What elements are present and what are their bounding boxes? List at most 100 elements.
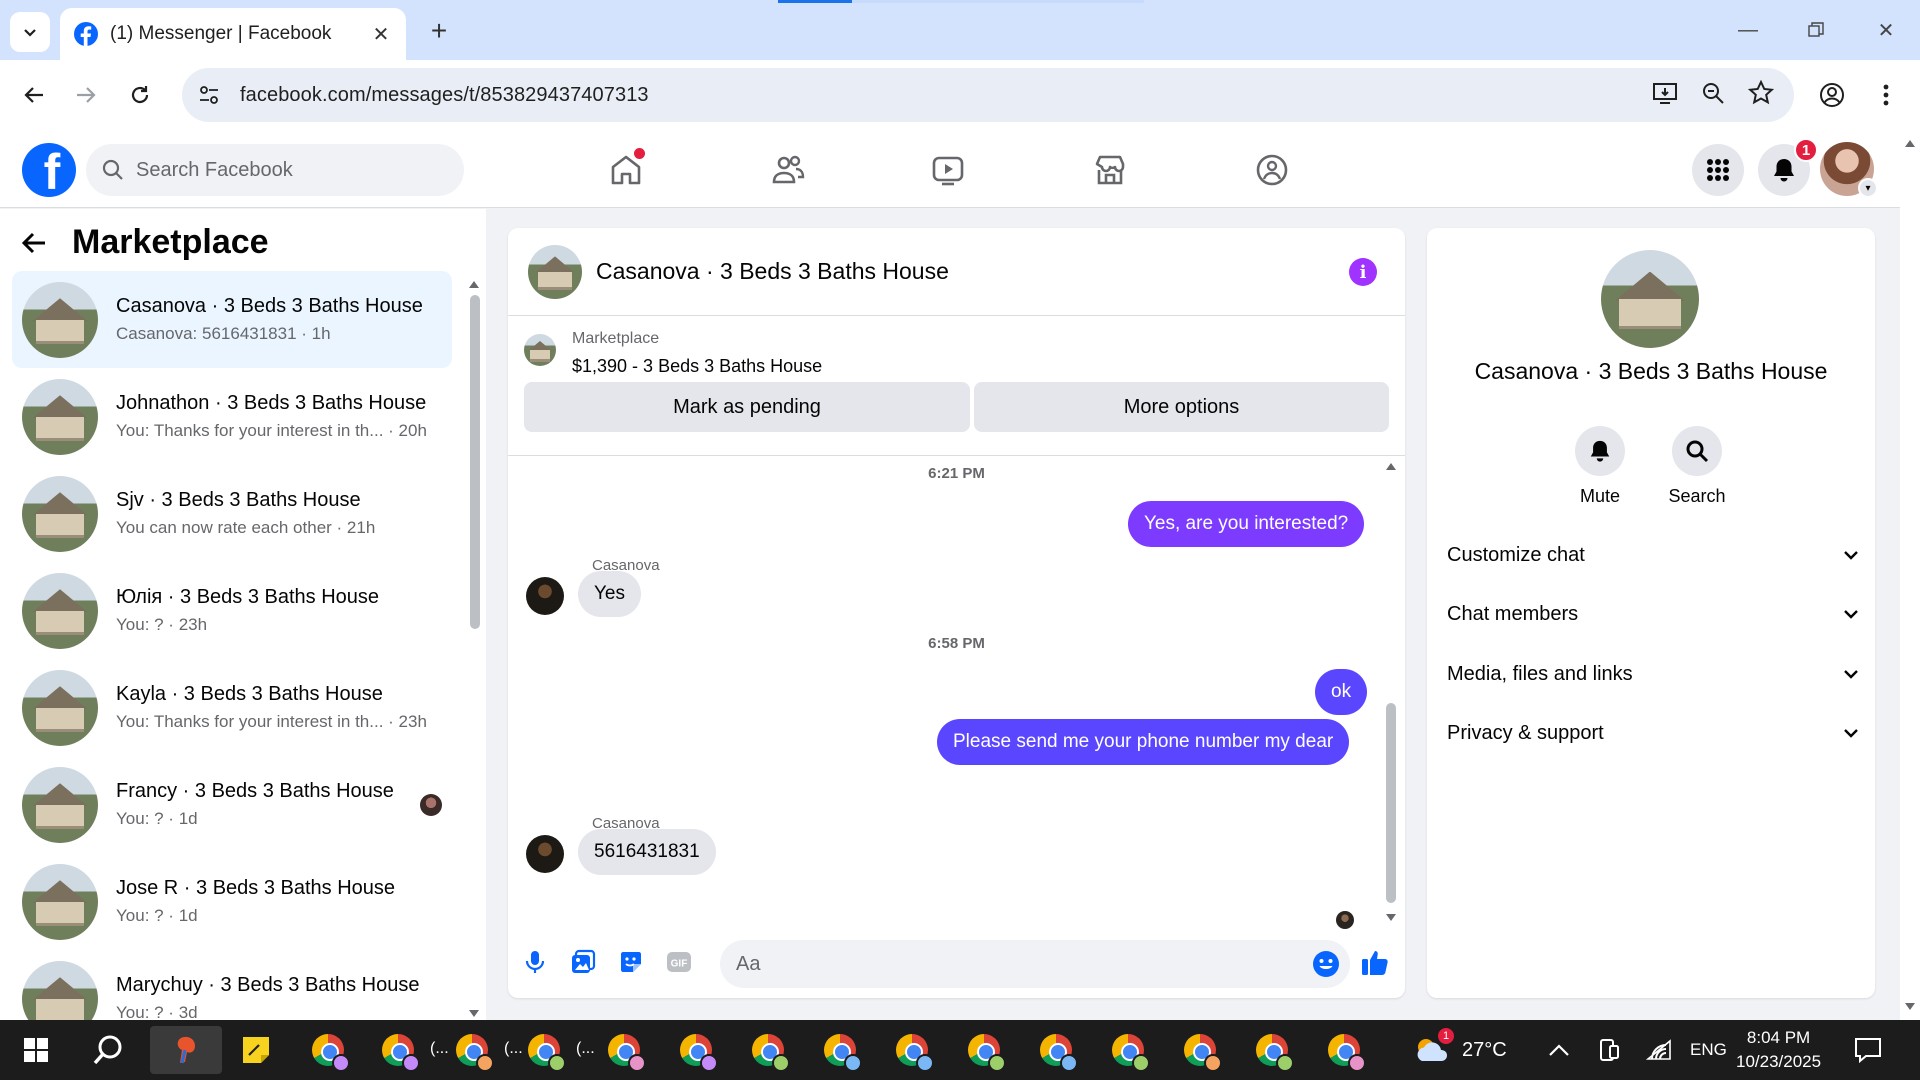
reload-button[interactable] xyxy=(120,75,160,115)
mark-as-pending-button[interactable]: Mark as pending xyxy=(524,382,970,432)
more-options-button[interactable]: More options xyxy=(974,382,1389,432)
nav-groups[interactable] xyxy=(1250,148,1294,192)
taskbar-chrome-window[interactable] xyxy=(668,1026,724,1074)
start-button[interactable] xyxy=(8,1026,64,1074)
chat-scroll-thumb[interactable] xyxy=(1386,703,1396,903)
notifications-button[interactable]: 1 xyxy=(1758,138,1818,196)
taskbar-chrome-window[interactable] xyxy=(1100,1026,1156,1074)
taskbar-chrome-window[interactable] xyxy=(300,1026,356,1074)
nav-marketplace[interactable] xyxy=(1088,148,1132,192)
scroll-up-icon[interactable] xyxy=(1385,461,1397,471)
network-icon-button[interactable] xyxy=(1646,1020,1672,1080)
scroll-up-icon[interactable] xyxy=(1904,138,1916,148)
media-files-links-section[interactable]: Media, files and links xyxy=(1447,649,1859,699)
taskbar-chrome-window[interactable] xyxy=(740,1026,796,1074)
chat-header-avatar[interactable] xyxy=(528,244,582,299)
voice-clip-button[interactable] xyxy=(518,945,552,979)
back-arrow-icon[interactable] xyxy=(20,229,48,257)
attach-photo-button[interactable] xyxy=(566,945,600,979)
info-house-avatar[interactable] xyxy=(1601,250,1699,348)
taskbar-chrome-window[interactable] xyxy=(812,1026,868,1074)
taskbar-chrome-window[interactable]: (... xyxy=(444,1026,523,1074)
nav-video[interactable] xyxy=(926,148,970,192)
account-chevron-icon[interactable]: ▾ xyxy=(1858,178,1878,198)
conversation-item[interactable]: Marychuy · 3 Beds 3 Baths House You: ? ·… xyxy=(12,950,452,1020)
weather-widget[interactable]: 1 27°C xyxy=(1412,1020,1507,1080)
conversation-item[interactable]: Johnathon · 3 Beds 3 Baths House You: Th… xyxy=(12,368,452,465)
facebook-search[interactable] xyxy=(86,144,464,196)
taskbar-app-paint[interactable] xyxy=(150,1026,222,1074)
message-bubble-incoming[interactable]: Yes xyxy=(578,571,641,617)
address-bar[interactable]: facebook.com/messages/t/853829437407313 xyxy=(182,68,1794,122)
bookmark-star-icon[interactable] xyxy=(1748,80,1774,106)
browser-menu-button[interactable] xyxy=(1866,75,1906,115)
new-tab-button[interactable]: + xyxy=(424,15,454,46)
tab-search-button[interactable] xyxy=(10,12,50,52)
notification-center-button[interactable] xyxy=(1854,1020,1882,1080)
message-bubble-incoming[interactable]: 5616431831 xyxy=(578,829,716,875)
sender-avatar[interactable] xyxy=(526,835,564,873)
taskbar-app-sticky-notes[interactable] xyxy=(228,1026,284,1074)
message-bubble-outgoing[interactable]: ok xyxy=(1315,669,1368,715)
mute-action[interactable]: Mute xyxy=(1555,426,1645,507)
emoji-icon[interactable] xyxy=(1312,950,1340,978)
scroll-down-icon[interactable] xyxy=(468,1009,480,1019)
send-like-button[interactable] xyxy=(1358,945,1392,979)
conversation-item[interactable]: Sjv · 3 Beds 3 Baths House You can now r… xyxy=(12,465,452,562)
tray-device-icon[interactable] xyxy=(1598,1020,1620,1080)
show-hidden-icons-button[interactable] xyxy=(1548,1020,1570,1080)
taskbar-chrome-window[interactable] xyxy=(1028,1026,1084,1074)
mute-button[interactable] xyxy=(1575,426,1625,476)
taskbar-chrome-window[interactable] xyxy=(884,1026,940,1074)
message-bubble-outgoing[interactable]: Yes, are you interested? xyxy=(1128,501,1365,547)
conversation-info-icon[interactable]: i xyxy=(1349,258,1377,286)
customize-chat-section[interactable]: Customize chat xyxy=(1447,530,1859,580)
sidebar-scrollbar[interactable] xyxy=(468,279,480,1019)
message-input-box[interactable] xyxy=(720,940,1350,988)
site-info-icon[interactable] xyxy=(198,84,220,106)
chat-members-section[interactable]: Chat members xyxy=(1447,589,1859,639)
nav-friends[interactable] xyxy=(766,148,810,192)
chat-title[interactable]: Casanova · 3 Beds 3 Baths House xyxy=(596,258,949,285)
taskbar-chrome-window[interactable]: (... xyxy=(370,1026,449,1074)
taskbar-clock[interactable]: 8:04 PM 10/23/2025 xyxy=(1736,1026,1821,1074)
message-bubble-outgoing[interactable]: Please send me your phone number my dear xyxy=(937,719,1350,765)
taskbar-chrome-window[interactable] xyxy=(1244,1026,1300,1074)
taskbar-chrome-window[interactable]: (... xyxy=(516,1026,595,1074)
nav-home[interactable] xyxy=(604,148,648,192)
install-app-icon[interactable] xyxy=(1652,80,1678,106)
restore-icon[interactable] xyxy=(1796,10,1836,50)
zoom-icon[interactable] xyxy=(1700,80,1726,106)
listing-thumbnail[interactable] xyxy=(524,334,556,366)
listing-title[interactable]: $1,390 - 3 Beds 3 Baths House xyxy=(572,356,822,377)
conversation-item[interactable]: Jose R · 3 Beds 3 Baths House You: ? · 1… xyxy=(12,853,452,950)
sender-avatar[interactable] xyxy=(526,577,564,615)
sidebar-scroll-thumb[interactable] xyxy=(470,295,480,629)
tab-close-icon[interactable]: ✕ xyxy=(370,23,392,46)
facebook-search-input[interactable] xyxy=(136,158,436,182)
taskbar-chrome-window[interactable] xyxy=(956,1026,1012,1074)
menu-button[interactable] xyxy=(1692,144,1744,196)
privacy-support-section[interactable]: Privacy & support xyxy=(1447,708,1859,758)
message-input[interactable] xyxy=(736,952,1276,976)
input-language[interactable]: ENG xyxy=(1690,1020,1727,1080)
back-button[interactable] xyxy=(14,75,54,115)
chat-scrollbar[interactable] xyxy=(1384,457,1398,927)
scroll-down-icon[interactable] xyxy=(1385,913,1397,923)
minimize-icon[interactable]: — xyxy=(1728,10,1768,50)
scroll-down-icon[interactable] xyxy=(1904,1002,1916,1012)
conversation-item[interactable]: Kayla · 3 Beds 3 Baths House You: Thanks… xyxy=(12,659,452,756)
page-scrollbar[interactable] xyxy=(1900,130,1920,1020)
taskbar-chrome-window[interactable] xyxy=(1172,1026,1228,1074)
taskbar-chrome-window[interactable] xyxy=(1316,1026,1372,1074)
account-avatar[interactable]: ▾ xyxy=(1820,142,1878,198)
gif-button[interactable]: GIF xyxy=(662,945,696,979)
browser-tab-messenger[interactable]: (1) Messenger | Facebook ✕ xyxy=(60,8,406,60)
conversation-item[interactable]: Francy · 3 Beds 3 Baths House You: ? · 1… xyxy=(12,756,452,853)
conversation-item[interactable]: Casanova · 3 Beds 3 Baths House Casanova… xyxy=(12,271,452,368)
forward-button[interactable] xyxy=(66,75,106,115)
close-window-icon[interactable]: ✕ xyxy=(1866,10,1906,50)
facebook-logo[interactable]: f xyxy=(22,143,76,197)
search-conversation-button[interactable] xyxy=(1672,426,1722,476)
taskbar-search-button[interactable] xyxy=(80,1026,136,1074)
